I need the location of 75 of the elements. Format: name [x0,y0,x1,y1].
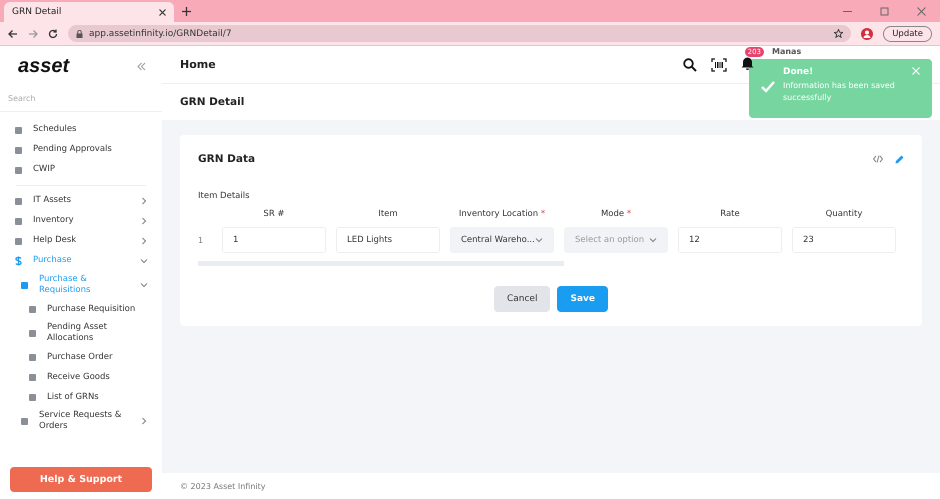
barcode-scan-icon[interactable] [711,58,727,72]
reload-icon[interactable] [48,28,58,38]
card-title: GRN Data [198,153,256,165]
chevron-icon [140,257,148,265]
lock-icon [76,30,83,38]
input-field[interactable]: 23 [792,227,896,253]
column-header: Mode * [600,209,632,219]
close-icon[interactable] [159,8,166,16]
square-icon [14,166,23,174]
back-arrow-icon[interactable] [8,28,18,38]
chevron-icon [140,417,148,426]
toast-title: Done! [783,67,814,77]
sidebar-item[interactable]: Purchase Requisition [0,299,162,320]
chevron-icon [140,197,148,205]
cancel-button[interactable]: Cancel [494,286,550,312]
header-title: Home [180,58,217,71]
sidebar-item[interactable]: List of GRNs [0,387,162,408]
chevron-icon [140,217,148,225]
dollar-icon [14,256,23,266]
square-icon [20,416,29,426]
square-icon [14,196,23,206]
sidebar-item[interactable]: CWIP [0,160,162,180]
row-number: 1 [198,236,204,244]
chevron-icon [649,236,657,244]
column-header: Quantity [824,209,864,219]
input-field[interactable]: LED Lights [336,227,440,253]
square-icon [28,328,37,338]
chevron-icon [140,237,148,245]
sidebar-item[interactable]: Pending Asset Allocations [0,319,162,348]
chevron-icon [535,236,543,244]
sidebar-item[interactable]: Receive Goods [0,367,162,388]
square-icon [28,352,37,362]
code-icon[interactable] [873,154,883,162]
column-header: Inventory Location * [458,209,546,219]
chevron-icon [140,281,148,290]
column-header: Item [377,209,399,219]
sidebar-item[interactable]: Help Desk [0,231,162,251]
check-icon [761,81,775,93]
square-icon [14,126,23,134]
sidebar-item[interactable]: IT Assets [0,191,162,211]
input-field[interactable]: 1 [222,227,326,253]
input-field[interactable]: 12 [678,227,782,253]
address-bar[interactable]: app.assetinfinity.io/GRNDetail/7 [68,25,852,42]
bell-icon[interactable] [741,56,754,70]
sidebar-item[interactable]: Purchase Order [0,347,162,368]
square-icon [20,280,29,290]
sidebar-item[interactable]: Pending Approvals [0,140,162,160]
square-icon [14,146,23,154]
section-heading: Item Details [198,191,251,201]
restore-icon[interactable] [880,6,889,16]
toast-message: Information has been saved successfully [783,80,896,104]
square-icon [14,216,23,226]
star-icon[interactable] [834,29,844,38]
footer-text: © 2023 Asset Infinity [180,482,266,491]
url-text: app.assetinfinity.io/GRNDetail/7 [89,28,233,38]
square-icon [28,372,37,382]
column-header: Rate [719,209,741,219]
collapse-icon[interactable] [137,62,146,70]
sidebar-item[interactable]: Service Requests & Orders [0,407,162,436]
select-dropdown[interactable]: Central Wareho... [450,227,554,253]
logo: asset [18,54,70,78]
plus-icon[interactable] [182,6,191,16]
square-icon [28,392,37,402]
profile-icon[interactable] [861,28,874,40]
browser-tab[interactable]: GRN Detail [4,2,174,22]
sidebar-item[interactable]: Schedules [0,120,162,140]
search-icon[interactable] [683,58,697,72]
column-header: SR # [262,209,286,219]
page-title: GRN Detail [180,96,244,108]
square-icon [14,236,23,246]
pencil-icon[interactable] [895,154,904,164]
user-name: Manas [772,47,802,56]
update-button[interactable]: Update [883,26,932,42]
square-icon [28,304,37,314]
sidebar-item[interactable]: Inventory [0,211,162,231]
